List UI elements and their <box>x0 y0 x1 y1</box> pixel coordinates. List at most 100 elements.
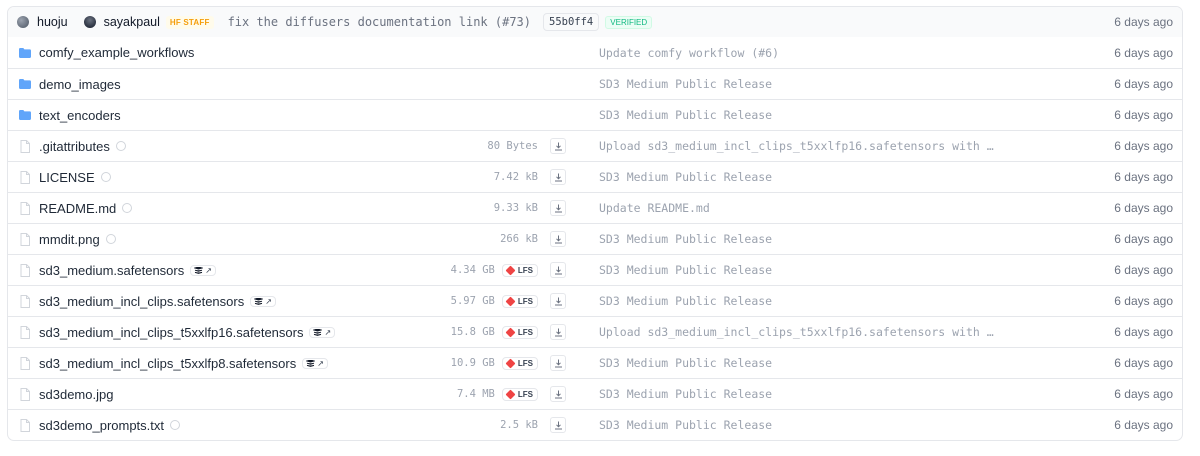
download-button[interactable] <box>550 255 566 285</box>
file-row[interactable]: LICENSE 7.42 kB SD3 Medium Public Release 6… <box>8 161 1182 192</box>
avatar-sayakpaul[interactable] <box>83 16 96 28</box>
file-row[interactable]: sd3demo.jpg 7.4 MB LFS SD3 Medium Public Re… <box>8 378 1182 409</box>
lfs-badge[interactable]: LFS <box>501 387 538 401</box>
file-size: 2.5 kB <box>500 419 538 431</box>
file-name-link[interactable]: text_encoders <box>39 108 121 123</box>
file-row[interactable]: sd3_medium_incl_clips.safetensors ↗ 5.97 G… <box>8 285 1182 316</box>
download-icon[interactable] <box>550 262 566 278</box>
file-row[interactable]: sd3_medium.safetensors ↗ 4.34 GB LFS SD3 Med… <box>8 254 1182 285</box>
file-size-cell: 15.8 GB LFS <box>348 317 538 347</box>
file-name-link[interactable]: mmdit.png <box>39 232 100 247</box>
file-name-cell: .gitattributes <box>19 131 126 161</box>
commit-date: 6 days ago <box>1114 418 1173 432</box>
commit-message-link[interactable]: SD3 Medium Public Release <box>599 100 772 130</box>
file-name-link[interactable]: README.md <box>39 201 116 216</box>
commit-message-link[interactable]: SD3 Medium Public Release <box>599 286 772 316</box>
file-icon <box>19 325 31 339</box>
file-size-cell: 80 Bytes <box>348 131 538 161</box>
file-row[interactable]: .gitattributes 80 Bytes Upload sd3_medium_… <box>8 130 1182 161</box>
file-name-link[interactable]: .gitattributes <box>39 139 110 154</box>
file-size: 80 Bytes <box>487 140 538 152</box>
commit-message-link[interactable]: SD3 Medium Public Release <box>599 348 772 378</box>
commit-date: 6 days ago <box>1114 387 1173 401</box>
file-name-link[interactable]: comfy_example_workflows <box>39 45 194 60</box>
file-row[interactable]: sd3_medium_incl_clips_t5xxlfp16.safetens… <box>8 316 1182 347</box>
file-name-cell: sd3_medium_incl_clips.safetensors ↗ <box>19 286 276 316</box>
lfs-badge[interactable]: LFS <box>501 263 538 277</box>
download-button[interactable] <box>550 162 566 192</box>
lfs-badge[interactable]: LFS <box>501 356 538 370</box>
download-button[interactable] <box>550 317 566 347</box>
file-name-link[interactable]: LICENSE <box>39 170 95 185</box>
file-name-link[interactable]: sd3_medium_incl_clips_t5xxlfp8.safetenso… <box>39 356 296 371</box>
commit-message-link[interactable]: SD3 Medium Public Release <box>599 410 772 440</box>
download-icon[interactable] <box>550 355 566 371</box>
lfs-badge[interactable]: LFS <box>501 294 538 308</box>
author-sayakpaul[interactable]: sayakpaul <box>104 15 160 29</box>
folder-icon <box>19 77 31 91</box>
last-commit-message[interactable]: fix the diffusers documentation link (#7… <box>228 15 531 29</box>
file-row[interactable]: comfy_example_workflows Update comfy work… <box>8 37 1182 68</box>
download-icon[interactable] <box>550 231 566 247</box>
download-icon[interactable] <box>550 169 566 185</box>
commit-message-link[interactable]: SD3 Medium Public Release <box>599 69 772 99</box>
download-button[interactable] <box>550 410 566 440</box>
commit-message-link[interactable]: Upload sd3_medium_incl_clips_t5xxlfp16.s… <box>599 131 994 161</box>
file-row[interactable]: sd3_medium_incl_clips_t5xxlfp8.safetenso… <box>8 347 1182 378</box>
safe-scan-icon[interactable] <box>100 172 111 182</box>
safe-scan-icon[interactable] <box>115 141 126 151</box>
file-name-link[interactable]: sd3demo.jpg <box>39 387 113 402</box>
commit-message-link[interactable]: Update README.md <box>599 193 710 223</box>
file-size: 9.33 kB <box>493 202 538 214</box>
lfs-icon <box>505 296 516 306</box>
commit-message-link[interactable]: SD3 Medium Public Release <box>599 162 772 192</box>
xet-icon[interactable]: ↗ <box>302 357 328 369</box>
commit-message-link[interactable]: Upload sd3_medium_incl_clips_t5xxlfp16.s… <box>599 317 994 347</box>
file-icon <box>19 201 31 215</box>
commit-message-link[interactable]: Update comfy workflow (#6) <box>599 37 779 68</box>
commit-message-link[interactable]: SD3 Medium Public Release <box>599 224 772 254</box>
file-name-link[interactable]: demo_images <box>39 77 121 92</box>
file-size-cell: 2.5 kB <box>348 410 538 440</box>
file-icon <box>19 356 31 370</box>
download-button[interactable] <box>550 286 566 316</box>
commit-message-link[interactable]: SD3 Medium Public Release <box>599 255 772 285</box>
file-name-link[interactable]: sd3_medium.safetensors <box>39 263 184 278</box>
author-huoju[interactable]: huoju <box>37 15 68 29</box>
download-icon[interactable] <box>550 324 566 340</box>
file-row[interactable]: README.md 9.33 kB Update README.md 6 days a… <box>8 192 1182 223</box>
download-button[interactable] <box>550 379 566 409</box>
lfs-badge[interactable]: LFS <box>501 325 538 339</box>
safe-scan-icon[interactable] <box>105 234 116 244</box>
commit-message-link[interactable]: SD3 Medium Public Release <box>599 379 772 409</box>
download-button[interactable] <box>550 224 566 254</box>
file-row[interactable]: text_encoders SD3 Medium Public Release 6 … <box>8 99 1182 130</box>
download-button[interactable] <box>550 131 566 161</box>
commit-authors: huoju sayakpaul HF STAFF fix the diffuse… <box>17 7 653 37</box>
folder-icon <box>19 46 31 60</box>
lfs-label: LFS <box>517 265 533 275</box>
download-button[interactable] <box>550 193 566 223</box>
download-icon[interactable] <box>550 417 566 433</box>
file-row[interactable]: demo_images SD3 Medium Public Release 6 da… <box>8 68 1182 99</box>
download-button[interactable] <box>550 348 566 378</box>
safe-scan-icon[interactable] <box>170 420 181 430</box>
xet-icon[interactable]: ↗ <box>190 264 216 276</box>
download-icon[interactable] <box>550 200 566 216</box>
file-name-link[interactable]: sd3_medium_incl_clips.safetensors <box>39 294 244 309</box>
file-row[interactable]: mmdit.png 266 kB SD3 Medium Public Release… <box>8 223 1182 254</box>
download-icon[interactable] <box>550 386 566 402</box>
download-icon[interactable] <box>550 293 566 309</box>
file-name-link[interactable]: sd3demo_prompts.txt <box>39 418 164 433</box>
avatar-huoju[interactable] <box>17 16 29 28</box>
file-row[interactable]: sd3demo_prompts.txt 2.5 kB SD3 Medium Publ… <box>8 409 1182 440</box>
safe-scan-icon[interactable] <box>122 203 133 213</box>
xet-icon[interactable]: ↗ <box>309 326 336 338</box>
file-name-link[interactable]: sd3_medium_incl_clips_t5xxlfp16.safetens… <box>39 325 303 340</box>
file-name-cell: sd3_medium_incl_clips_t5xxlfp8.safetenso… <box>19 348 328 378</box>
commit-date: 6 days ago <box>1114 263 1173 277</box>
xet-link-arrow: ↗ <box>324 327 332 337</box>
commit-hash[interactable]: 55b0ff4 <box>543 13 600 31</box>
download-icon[interactable] <box>550 138 566 154</box>
xet-icon[interactable]: ↗ <box>250 295 276 307</box>
